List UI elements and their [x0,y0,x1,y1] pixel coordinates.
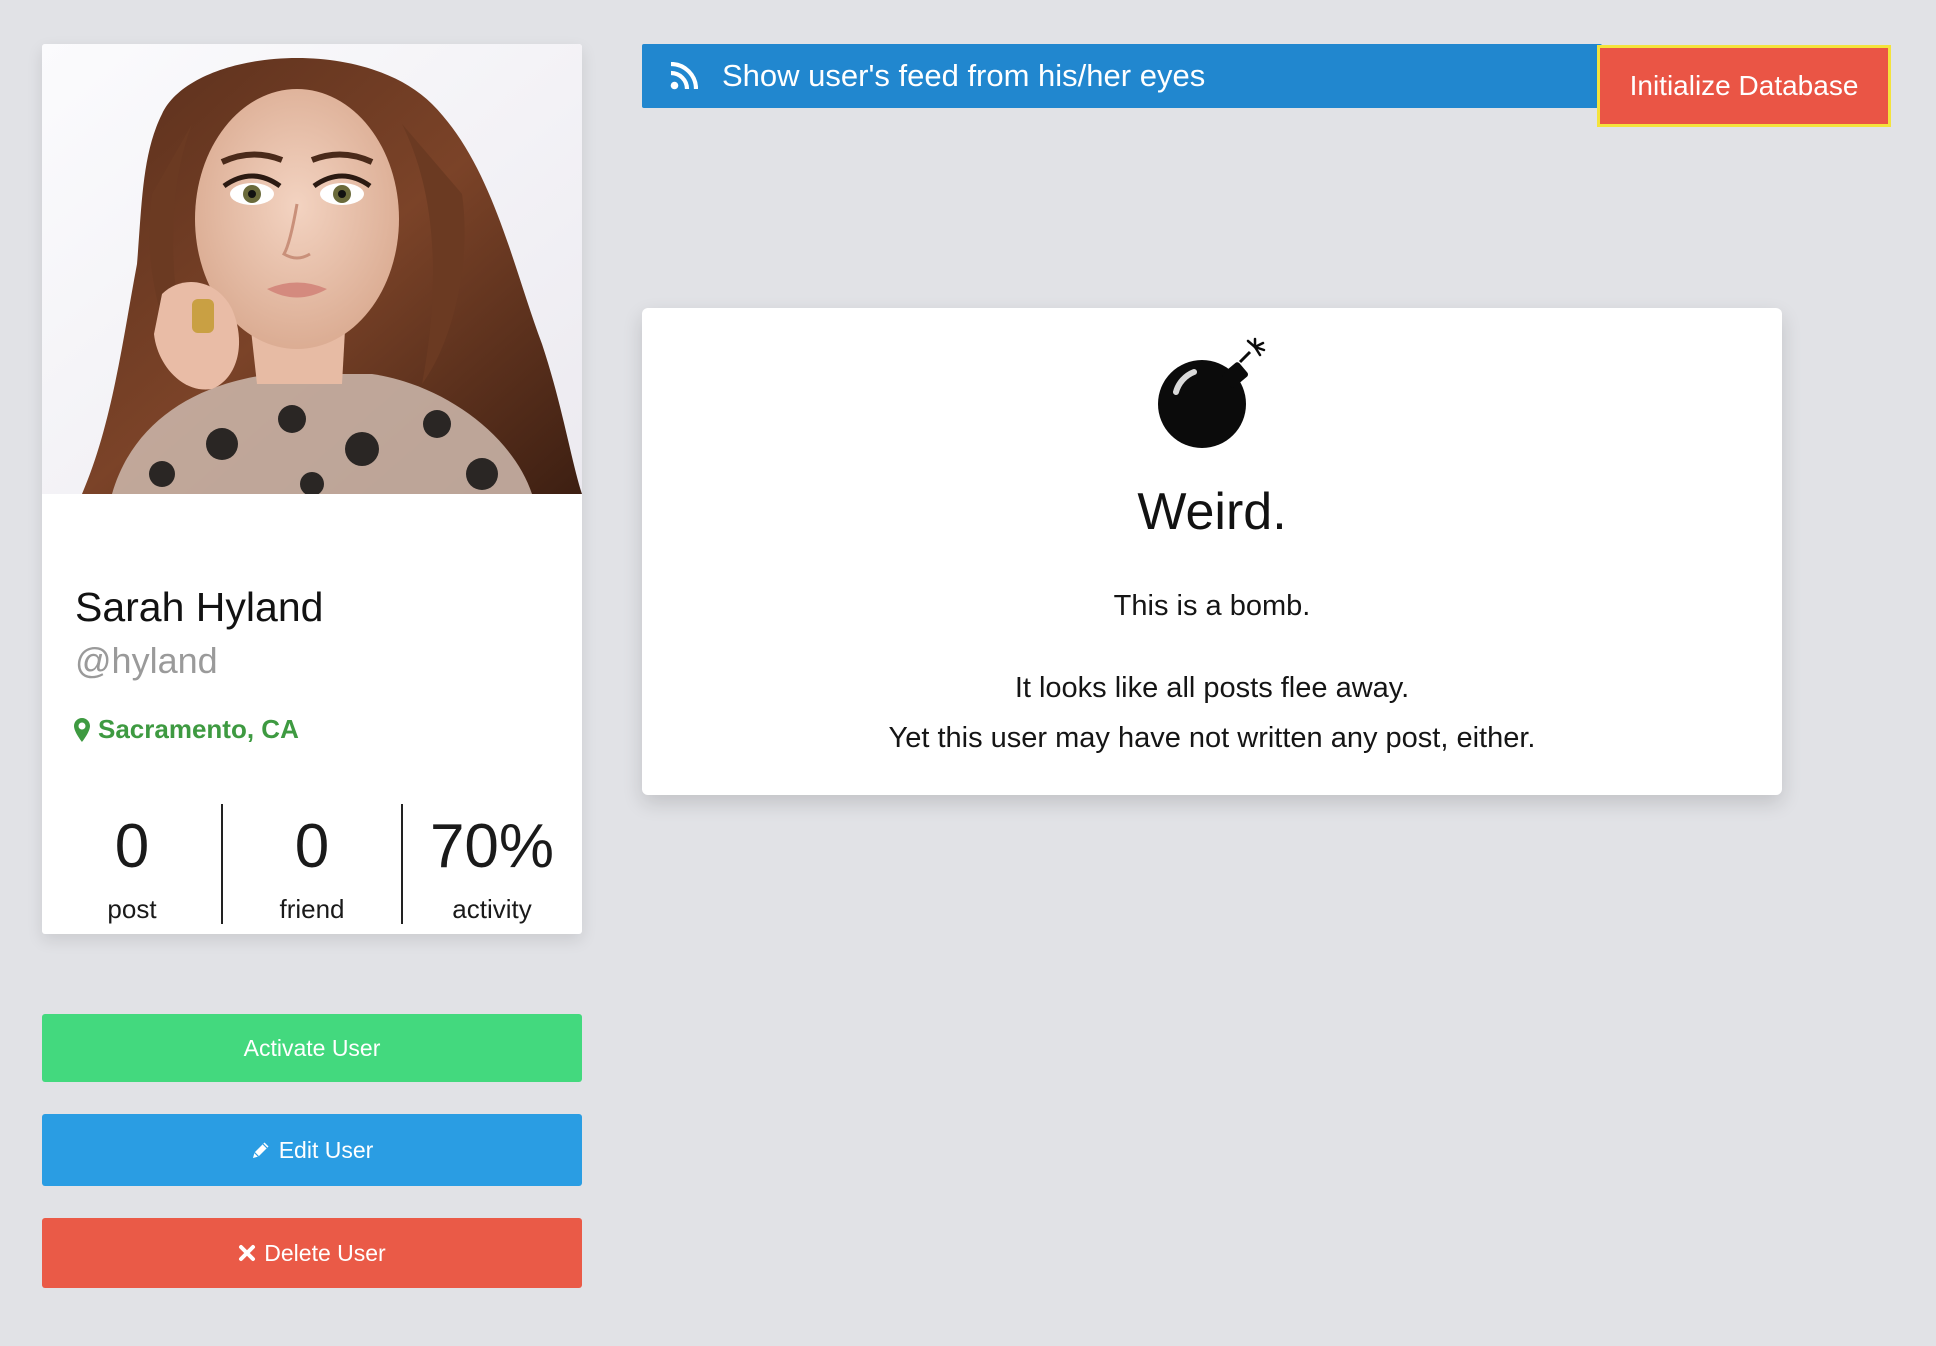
profile-stats: 0 post 0 friend 70% activity [42,804,582,924]
bomb-icon [1158,337,1266,448]
stat-activity-value: 70% [429,812,555,881]
stat-activity: 70% activity [402,804,582,924]
profile-photo [42,44,582,494]
map-marker-icon [74,717,90,742]
profile-card: Sarah Hyland @hyland Sacramento, CA 0 po… [42,44,582,934]
show-feed-button[interactable]: Show user's feed from his/her eyes [642,44,1602,108]
empty-state-card: Weird. This is a bomb. It looks like all… [642,308,1782,795]
profile-handle: @hyland [75,640,218,681]
empty-state-line: This is a bomb. [1113,590,1311,622]
stat-posts-value: 0 [114,812,150,881]
empty-state-line: Yet this user may have not written any p… [888,722,1536,754]
initialize-database-button[interactable]: Initialize Database [1597,45,1891,127]
empty-state-title: Weird. [1137,483,1287,541]
stat-activity-label: activity [452,894,532,924]
activate-user-button[interactable]: Activate User [42,1014,582,1082]
rss-icon [670,62,698,90]
edit-user-button[interactable]: Edit User [42,1114,582,1186]
initialize-database-label: Initialize Database [1629,70,1859,101]
stat-posts: 0 post [42,804,222,924]
stat-friends-label: friend [279,894,345,924]
times-icon [239,1245,256,1261]
edit-user-label: Edit User [278,1136,374,1163]
delete-user-label: Delete User [264,1239,386,1266]
profile-name: Sarah Hyland [75,584,324,630]
profile-location: Sacramento, CA [74,714,299,745]
activate-user-label: Activate User [243,1034,381,1061]
location-text: Sacramento, CA [98,714,299,744]
empty-state-line: It looks like all posts flee away. [1014,672,1410,704]
stat-posts-label: post [107,894,157,924]
pencil-icon [252,1142,269,1158]
delete-user-button[interactable]: Delete User [42,1218,582,1288]
stat-friends: 0 friend [222,804,402,924]
stat-friends-value: 0 [294,812,330,881]
show-feed-label: Show user's feed from his/her eyes [722,58,1206,93]
